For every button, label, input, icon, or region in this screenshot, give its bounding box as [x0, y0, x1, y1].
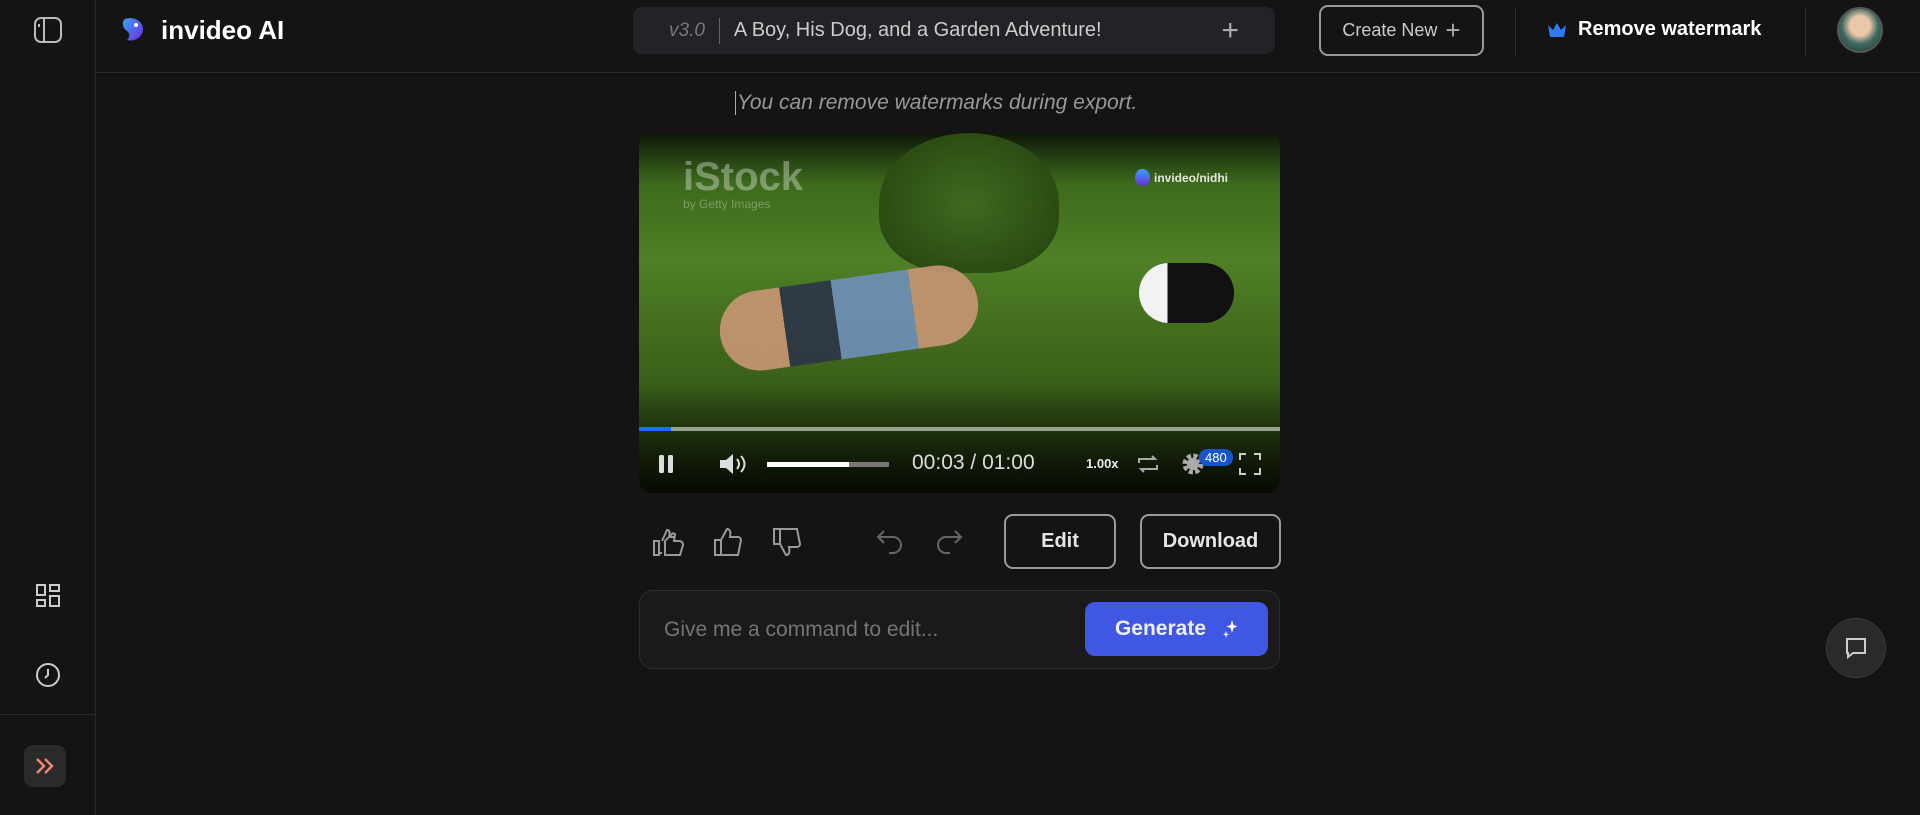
chat-support-button[interactable] [1826, 618, 1886, 678]
volume-fill [767, 462, 849, 467]
project-title-bar[interactable]: v3.0 A Boy, His Dog, and a Garden Advent… [633, 7, 1275, 54]
sidebar [0, 0, 96, 815]
create-new-button[interactable]: Create New + [1319, 5, 1484, 56]
command-input[interactable] [664, 613, 1064, 647]
quality-badge: 480 [1199, 449, 1233, 466]
redo-icon[interactable] [934, 527, 964, 557]
video-progress-fill [639, 427, 672, 431]
duration: 01:00 [982, 451, 1035, 474]
plus-icon: + [1445, 15, 1461, 45]
time-separator: / [964, 451, 983, 474]
fullscreen-icon[interactable] [1238, 452, 1262, 476]
add-icon[interactable]: + [1221, 14, 1239, 48]
getty-watermark: by Getty Images [683, 197, 771, 211]
channel-watermark: invideo/nidhi [1135, 169, 1228, 186]
watermark-hint: You can remove watermarks during export. [735, 91, 1138, 115]
double-chevron-right-icon [36, 758, 54, 774]
volume-icon[interactable] [718, 452, 748, 476]
super-like-icon[interactable] [652, 527, 686, 557]
app-name: invideo AI [161, 15, 285, 45]
thumbs-down-icon[interactable] [772, 527, 802, 557]
crown-icon [1548, 22, 1566, 37]
undo-icon[interactable] [875, 527, 905, 557]
invideo-logo-icon [118, 14, 148, 44]
create-new-label: Create New [1342, 20, 1438, 40]
invideo-watermark-icon [1135, 169, 1150, 186]
sidebar-divider [0, 714, 95, 715]
templates-grid-icon[interactable] [30, 578, 66, 614]
thumbs-up-icon[interactable] [713, 527, 743, 557]
time-display: 00:03 / 01:00 [912, 451, 1035, 475]
loop-icon[interactable] [1135, 451, 1161, 477]
video-player[interactable]: iStock by Getty Images invideo/nidhi 00:… [639, 133, 1280, 493]
video-frame-bush [879, 133, 1059, 273]
header-divider [1805, 8, 1806, 56]
user-avatar[interactable] [1837, 7, 1883, 53]
istock-watermark: iStock [683, 155, 804, 199]
generate-button[interactable]: Generate [1085, 602, 1268, 656]
remove-watermark-label: Remove watermark [1578, 18, 1762, 40]
edit-button[interactable]: Edit [1004, 514, 1116, 569]
video-progress-bar[interactable] [639, 427, 1280, 431]
history-clock-icon[interactable] [30, 657, 66, 693]
video-frame-dog [1139, 263, 1234, 323]
expand-sidebar-button[interactable] [24, 745, 66, 787]
volume-slider[interactable] [767, 462, 889, 467]
video-frame-boy [714, 260, 984, 376]
toggle-sidebar-icon[interactable] [30, 12, 66, 48]
version-label: v3.0 [669, 19, 705, 41]
sparkle-icon [1223, 620, 1238, 638]
channel-watermark-text: invideo/nidhi [1154, 170, 1228, 185]
pause-icon[interactable] [656, 453, 676, 475]
current-time: 00:03 [912, 451, 965, 474]
chat-bubble-icon [1846, 638, 1866, 660]
project-title[interactable]: A Boy, His Dog, and a Garden Adventure! [734, 19, 1102, 42]
download-button[interactable]: Download [1140, 514, 1281, 569]
generate-label: Generate [1114, 617, 1207, 640]
header-divider [1515, 8, 1516, 56]
playback-speed[interactable]: 1.00x [1086, 456, 1119, 471]
remove-watermark-button[interactable]: Remove watermark [1547, 18, 1761, 41]
title-divider [718, 17, 720, 44]
